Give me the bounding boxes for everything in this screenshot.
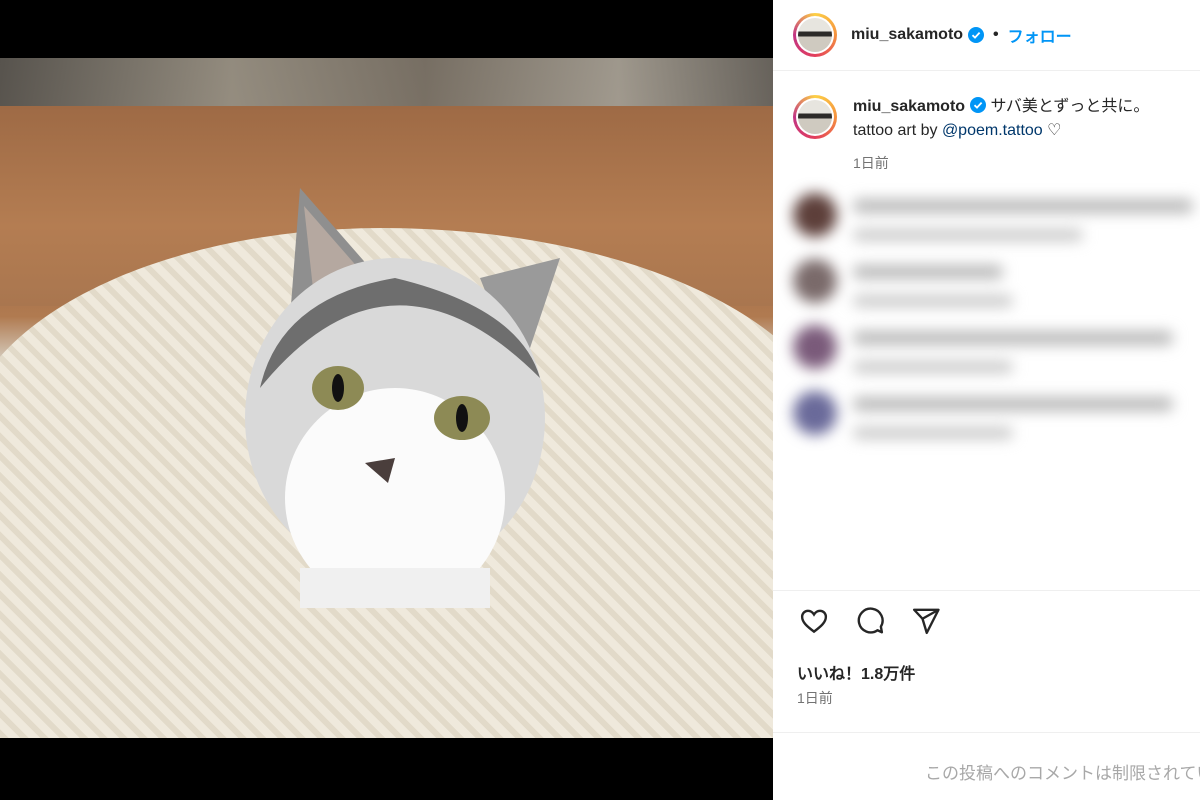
comment-blurred bbox=[773, 193, 1200, 241]
follow-button[interactable]: フォロー bbox=[1008, 23, 1072, 47]
caption-line2-prefix: tattoo art by bbox=[853, 122, 942, 139]
like-button[interactable] bbox=[797, 604, 831, 638]
caption-text: サバ美とずっと共に。 bbox=[990, 98, 1150, 115]
post-timestamp: 1日前 bbox=[797, 690, 833, 706]
caption-username[interactable]: miu_sakamoto bbox=[853, 98, 965, 115]
comment-button[interactable] bbox=[853, 604, 887, 638]
comment-bubble-icon bbox=[857, 607, 884, 634]
author-username[interactable]: miu_sakamoto bbox=[851, 26, 963, 44]
caption-avatar[interactable] bbox=[793, 95, 837, 139]
heart-icon bbox=[800, 609, 828, 634]
cat-photo bbox=[0, 58, 773, 738]
comment-blurred bbox=[773, 259, 1200, 307]
author-avatar[interactable] bbox=[793, 13, 837, 57]
post-media bbox=[0, 0, 773, 800]
cat-illustration bbox=[245, 188, 560, 608]
paper-plane-icon bbox=[912, 608, 940, 635]
comment-blurred bbox=[773, 391, 1200, 439]
header-separator: • bbox=[993, 26, 999, 43]
post-header: miu_sakamoto • フォロー bbox=[773, 0, 1200, 71]
comments-list bbox=[773, 193, 1200, 439]
comment-restriction-bar: この投稿へのコメントは制限されています bbox=[773, 732, 1200, 801]
background-shelf bbox=[0, 58, 773, 106]
verified-badge-icon bbox=[968, 27, 985, 43]
comments-limited-notice: この投稿へのコメントは制限されています bbox=[925, 764, 1200, 783]
share-button[interactable] bbox=[909, 604, 943, 638]
caption-timestamp: 1日前 bbox=[853, 155, 889, 171]
comment-blurred bbox=[773, 325, 1200, 373]
verified-badge-icon bbox=[970, 97, 987, 113]
post-caption: miu_sakamoto サバ美とずっと共に。 tattoo art by @p… bbox=[773, 71, 1200, 175]
caption-suffix: ♡ bbox=[1042, 122, 1062, 139]
actions-divider bbox=[773, 590, 1200, 591]
likes-count[interactable]: いいね！1.8万件 bbox=[797, 660, 915, 684]
caption-mention-link[interactable]: @poem.tattoo bbox=[942, 122, 1043, 139]
post-actions bbox=[797, 604, 943, 638]
